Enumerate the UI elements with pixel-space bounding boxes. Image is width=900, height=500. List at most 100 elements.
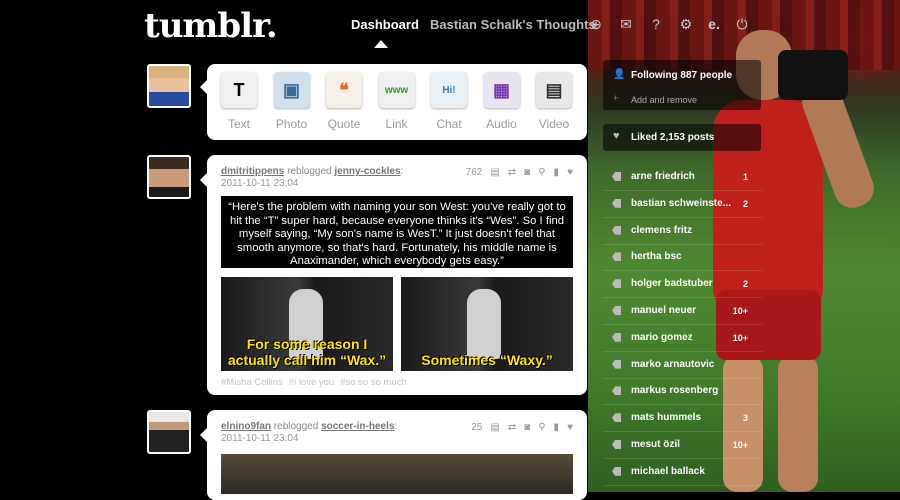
gif-image[interactable]: Sometimes “Waxy.” (401, 277, 573, 371)
tag-name: mats hummels (631, 412, 702, 424)
post-type-video-icon: ▤ (536, 72, 572, 108)
help-icon[interactable]: ? (648, 16, 664, 32)
reblog-icon[interactable]: ⇄ (508, 422, 516, 433)
post-date: 2011-10-11 23:04 (221, 178, 299, 189)
post-type-audio-icon: ▦ (483, 72, 520, 108)
tag-name: hertha bsc (631, 251, 682, 263)
add-remove-link[interactable]: Add and remove (631, 95, 697, 105)
post-type-label: Video (538, 117, 570, 131)
post-date: 2011-10-11 23:04 (221, 433, 299, 444)
liked-block[interactable]: ♥ Liked 2,153 posts (603, 124, 761, 151)
tag-link[interactable]: #so so so much (340, 377, 407, 388)
tag-icon (612, 306, 621, 315)
logout-power-icon[interactable]: ⏻ (734, 16, 750, 32)
following-count[interactable]: Following 887 people (631, 70, 732, 81)
tag-name: arne friedrich (631, 171, 695, 182)
tracked-tag-item[interactable]: marko arnautovic (603, 352, 763, 379)
tag-name: marko arnautovic (631, 358, 715, 370)
search-icon[interactable]: ⚲ (538, 422, 545, 433)
post-type-label: Chat (436, 117, 462, 131)
avatar[interactable] (147, 155, 191, 199)
camera-icon[interactable]: ◙ (524, 167, 530, 178)
camera (778, 50, 848, 100)
notes-icon[interactable]: ▤ (490, 167, 499, 178)
gif-image[interactable]: For some reason I actually call him “Wax… (221, 277, 393, 371)
tag-name: mesut özil (631, 439, 680, 450)
tracked-tag-item[interactable]: bastian schweinste... 2 (603, 191, 763, 218)
tracked-tag-item[interactable]: holger badstuber 2 (603, 271, 763, 299)
notes-icon[interactable]: ▤ (490, 422, 499, 433)
tracked-tag-item[interactable]: manuel neuer 10+ (603, 298, 763, 325)
camera-icon[interactable]: ◙ (524, 422, 530, 433)
tracked-tag-item[interactable]: mario gomez 10+ (603, 325, 763, 352)
liked-count[interactable]: Liked 2,153 posts (631, 132, 714, 143)
tracked-tag-item[interactable]: clemens fritz (603, 218, 763, 245)
post-type-link-button[interactable]: www Link (375, 72, 419, 131)
tag-icon (612, 466, 621, 476)
post-arrow-icon (200, 173, 207, 187)
tracked-tag-item[interactable]: hertha bsc (603, 244, 763, 272)
post-type-audio-button[interactable]: ▦ Audio (480, 72, 524, 131)
post-author-link[interactable]: elnino9fan (221, 421, 271, 432)
quote-text: “Here's the problem with naming your son… (221, 196, 573, 268)
customize-icon[interactable]: e. (706, 16, 722, 32)
tag-name: michael ballack (631, 465, 705, 477)
person-figure (467, 289, 501, 359)
post-type-chat-button[interactable]: Hi! Chat (427, 72, 471, 131)
nav-active-caret-icon (374, 40, 388, 48)
video-thumbnail[interactable] (221, 454, 573, 494)
notes-count[interactable]: 25 (471, 422, 482, 433)
bookmark-icon[interactable]: ▮ (554, 422, 560, 433)
tag-name: mario gomez (631, 331, 693, 343)
inbox-icon[interactable]: ✉ (618, 16, 634, 32)
post-type-quote-icon: ❝ (326, 72, 362, 108)
post-card: elnino9fan reblogged soccer-in-heels: 20… (200, 410, 587, 500)
post-type-video-button[interactable]: ▤ Video (532, 72, 576, 131)
tag-icon (612, 332, 621, 342)
like-heart-icon[interactable]: ♥ (567, 422, 573, 433)
post-tags: #Misha Collins #i love you #so so so muc… (221, 377, 407, 388)
post-source-link[interactable]: jenny-cockles (334, 166, 400, 177)
nav-blog[interactable]: Bastian Schalk's Thoughts (430, 17, 596, 32)
reblog-icon[interactable]: ⇄ (508, 167, 516, 178)
bookmark-icon[interactable]: ▮ (554, 167, 560, 178)
post-author-link[interactable]: dmitritippens (221, 166, 284, 177)
tag-new-count: 10+ (732, 332, 748, 343)
tumblr-logo[interactable]: tumblr. (144, 6, 278, 46)
gif-caption: For some reason I actually call him “Wax… (227, 336, 387, 368)
tracked-tag-item[interactable]: arne friedrich 1 (603, 164, 763, 191)
post-action: reblogged (273, 421, 319, 432)
tag-name: bastian schweinste... (631, 197, 732, 209)
tag-name: clemens fritz (631, 224, 693, 236)
avatar[interactable] (147, 410, 191, 454)
tag-new-count: 1 (742, 172, 748, 182)
tracked-tag-item[interactable]: mesut özil 10+ (603, 432, 763, 459)
post-type-label: Text (227, 117, 250, 131)
new-post-icon[interactable]: ⊕ (588, 16, 604, 32)
like-heart-icon[interactable]: ♥ (567, 167, 573, 178)
tag-new-count: 10+ (732, 440, 748, 450)
settings-gear-icon[interactable]: ⚙ (678, 16, 694, 32)
tag-icon (612, 225, 621, 235)
post-action: reblogged (287, 166, 332, 177)
post-source-link[interactable]: soccer-in-heels (321, 421, 394, 432)
post-type-text-button[interactable]: T Text (217, 72, 261, 131)
tracked-tag-item[interactable]: mats hummels 3 (603, 405, 763, 433)
nav-dashboard[interactable]: Dashboard (351, 17, 419, 32)
post-type-label: Quote (327, 117, 361, 131)
tracked-tag-item[interactable]: markus rosenberg (603, 378, 763, 406)
avatar[interactable] (147, 64, 191, 108)
following-block[interactable]: 👤 Following 887 people + Add and remove (603, 60, 761, 110)
tag-new-count: 10+ (732, 306, 748, 316)
search-icon[interactable]: ⚲ (538, 167, 545, 178)
tracked-tag-item[interactable]: michael ballack (603, 459, 763, 486)
post-type-quote-button[interactable]: ❝ Quote (322, 72, 366, 131)
post-controls: 25 ▤ ⇄ ◙ ⚲ ▮ ♥ (471, 422, 573, 433)
post-header: elnino9fan reblogged soccer-in-heels: 20… (221, 421, 398, 444)
post-type-photo-button[interactable]: ▣ Photo (270, 72, 314, 131)
notes-count[interactable]: 762 (466, 167, 483, 178)
tag-link[interactable]: #i love you (289, 377, 334, 388)
tag-name: holger badstuber (631, 278, 713, 290)
tag-new-count: 2 (742, 279, 748, 290)
tag-link[interactable]: #Misha Collins (221, 377, 283, 388)
